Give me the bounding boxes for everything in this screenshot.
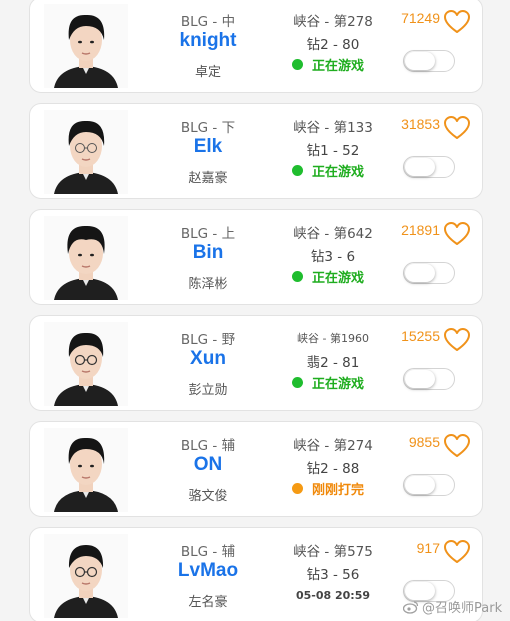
status-dot-icon [292, 377, 303, 388]
player-avatar [44, 534, 128, 618]
player-card[interactable]: BLG - 野 Xun 彭立勋 峡谷 - 第1960 翡2 - 81 正在游戏 … [29, 315, 483, 411]
real-name: 骆文俊 [188, 489, 228, 504]
player-name[interactable]: Bin [148, 242, 268, 264]
player-card[interactable]: BLG - 中 knight 卓定 峡谷 - 第278 钻2 - 80 正在游戏… [29, 0, 483, 93]
game-status: 刚刚打完 [292, 479, 402, 498]
status-text: 正在游戏 [312, 377, 365, 392]
status-dot-icon [292, 165, 303, 176]
player-name[interactable]: Xun [148, 348, 268, 370]
team-role: BLG - 中 [180, 14, 236, 30]
rank-tier: 钻2 - 80 [306, 37, 360, 53]
rank-tier: 钻2 - 88 [306, 461, 360, 477]
heart-outline-icon[interactable] [443, 539, 471, 565]
server-rank: 峡谷 - 第1960 [297, 332, 369, 345]
game-status: 正在游戏 [292, 161, 402, 180]
player-photo [44, 4, 128, 88]
server-rank: 峡谷 - 第278 [293, 14, 373, 30]
server-rank: 峡谷 - 第133 [293, 120, 373, 136]
heart-outline-icon[interactable] [443, 9, 471, 35]
rank-tier: 钻3 - 6 [310, 249, 356, 265]
real-name: 赵嘉豪 [188, 171, 228, 186]
server-rank: 峡谷 - 第575 [293, 544, 373, 560]
follow-toggle[interactable] [403, 50, 455, 72]
heart-outline-icon[interactable] [443, 221, 471, 247]
player-photo [44, 428, 128, 512]
server-rank: 峡谷 - 第274 [293, 438, 373, 454]
watermark-text: @召唤师Park [422, 601, 503, 616]
team-role: BLG - 野 [180, 332, 236, 348]
player-avatar [44, 322, 128, 406]
heart-outline-icon[interactable] [443, 115, 471, 141]
real-name: 左名豪 [188, 595, 228, 610]
toggle-knob [405, 476, 435, 494]
player-name[interactable]: Elk [148, 136, 268, 158]
player-avatar [44, 216, 128, 300]
like-count: 9855 [408, 434, 440, 450]
player-avatar [44, 4, 128, 88]
player-avatar [44, 110, 128, 194]
real-name: 卓定 [194, 65, 221, 80]
heart-outline-icon[interactable] [443, 327, 471, 353]
status-text: 正在游戏 [312, 271, 365, 286]
player-photo [44, 216, 128, 300]
follow-toggle[interactable] [403, 368, 455, 390]
follow-toggle[interactable] [403, 156, 455, 178]
player-card[interactable]: BLG - 辅 ON 骆文俊 峡谷 - 第274 钻2 - 88 刚刚打完 98… [29, 421, 483, 517]
toggle-knob [405, 158, 435, 176]
game-status: 正在游戏 [292, 55, 402, 74]
team-role: BLG - 辅 [180, 438, 236, 454]
follow-toggle[interactable] [403, 262, 455, 284]
player-card[interactable]: BLG - 下 Elk 赵嘉豪 峡谷 - 第133 钻1 - 52 正在游戏 3… [29, 103, 483, 199]
rank-tier: 翡2 - 81 [306, 355, 360, 371]
like-count: 21891 [401, 222, 440, 238]
toggle-knob [405, 52, 435, 70]
last-played-time: 05-08 20:59 [295, 589, 371, 602]
toggle-knob [405, 264, 435, 282]
status-dot-icon [292, 483, 303, 494]
follow-toggle[interactable] [403, 474, 455, 496]
real-name: 彭立勋 [188, 383, 228, 398]
game-status: 正在游戏 [292, 267, 402, 286]
player-name[interactable]: ON [148, 454, 268, 476]
player-avatar [44, 428, 128, 512]
heart-outline-icon[interactable] [443, 433, 471, 459]
player-photo [44, 110, 128, 194]
weibo-logo-icon [403, 600, 419, 614]
status-text: 刚刚打完 [312, 483, 365, 498]
real-name: 陈泽彬 [188, 277, 228, 292]
status-text: 正在游戏 [312, 59, 365, 74]
player-card[interactable]: BLG - 上 Bin 陈泽彬 峡谷 - 第642 钻3 - 6 正在游戏 21… [29, 209, 483, 305]
rank-tier: 钻3 - 56 [306, 567, 360, 583]
server-rank: 峡谷 - 第642 [293, 226, 373, 242]
like-count: 71249 [401, 10, 440, 26]
like-count: 15255 [401, 328, 440, 344]
status-dot-icon [292, 271, 303, 282]
team-role: BLG - 辅 [180, 544, 236, 560]
player-name[interactable]: knight [148, 30, 268, 52]
like-count: 917 [416, 540, 440, 556]
game-status: 正在游戏 [292, 373, 402, 392]
rank-tier: 钻1 - 52 [306, 143, 360, 159]
team-role: BLG - 下 [180, 120, 236, 136]
player-name[interactable]: LvMao [148, 560, 268, 582]
watermark: @召唤师Park [403, 597, 502, 616]
player-photo [44, 534, 128, 618]
status-text: 正在游戏 [312, 165, 365, 180]
toggle-knob [405, 370, 435, 388]
player-photo [44, 322, 128, 406]
status-dot-icon [292, 59, 303, 70]
like-count: 31853 [401, 116, 440, 132]
team-role: BLG - 上 [180, 226, 236, 242]
